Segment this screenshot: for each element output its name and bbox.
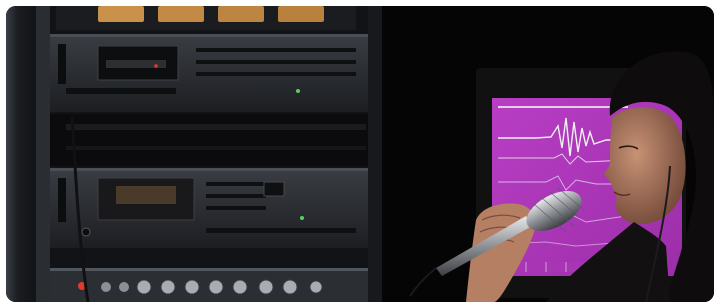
rack-unit-tape-deck-1: [50, 34, 368, 112]
photo-scene: [6, 6, 714, 302]
knob-panel: [50, 268, 368, 302]
photo-frame: [6, 6, 714, 302]
vu-meter-row: [56, 6, 356, 30]
face: [604, 107, 686, 224]
equipment-rack: [36, 6, 382, 302]
rack-unit-tape-deck-2: [50, 168, 368, 248]
